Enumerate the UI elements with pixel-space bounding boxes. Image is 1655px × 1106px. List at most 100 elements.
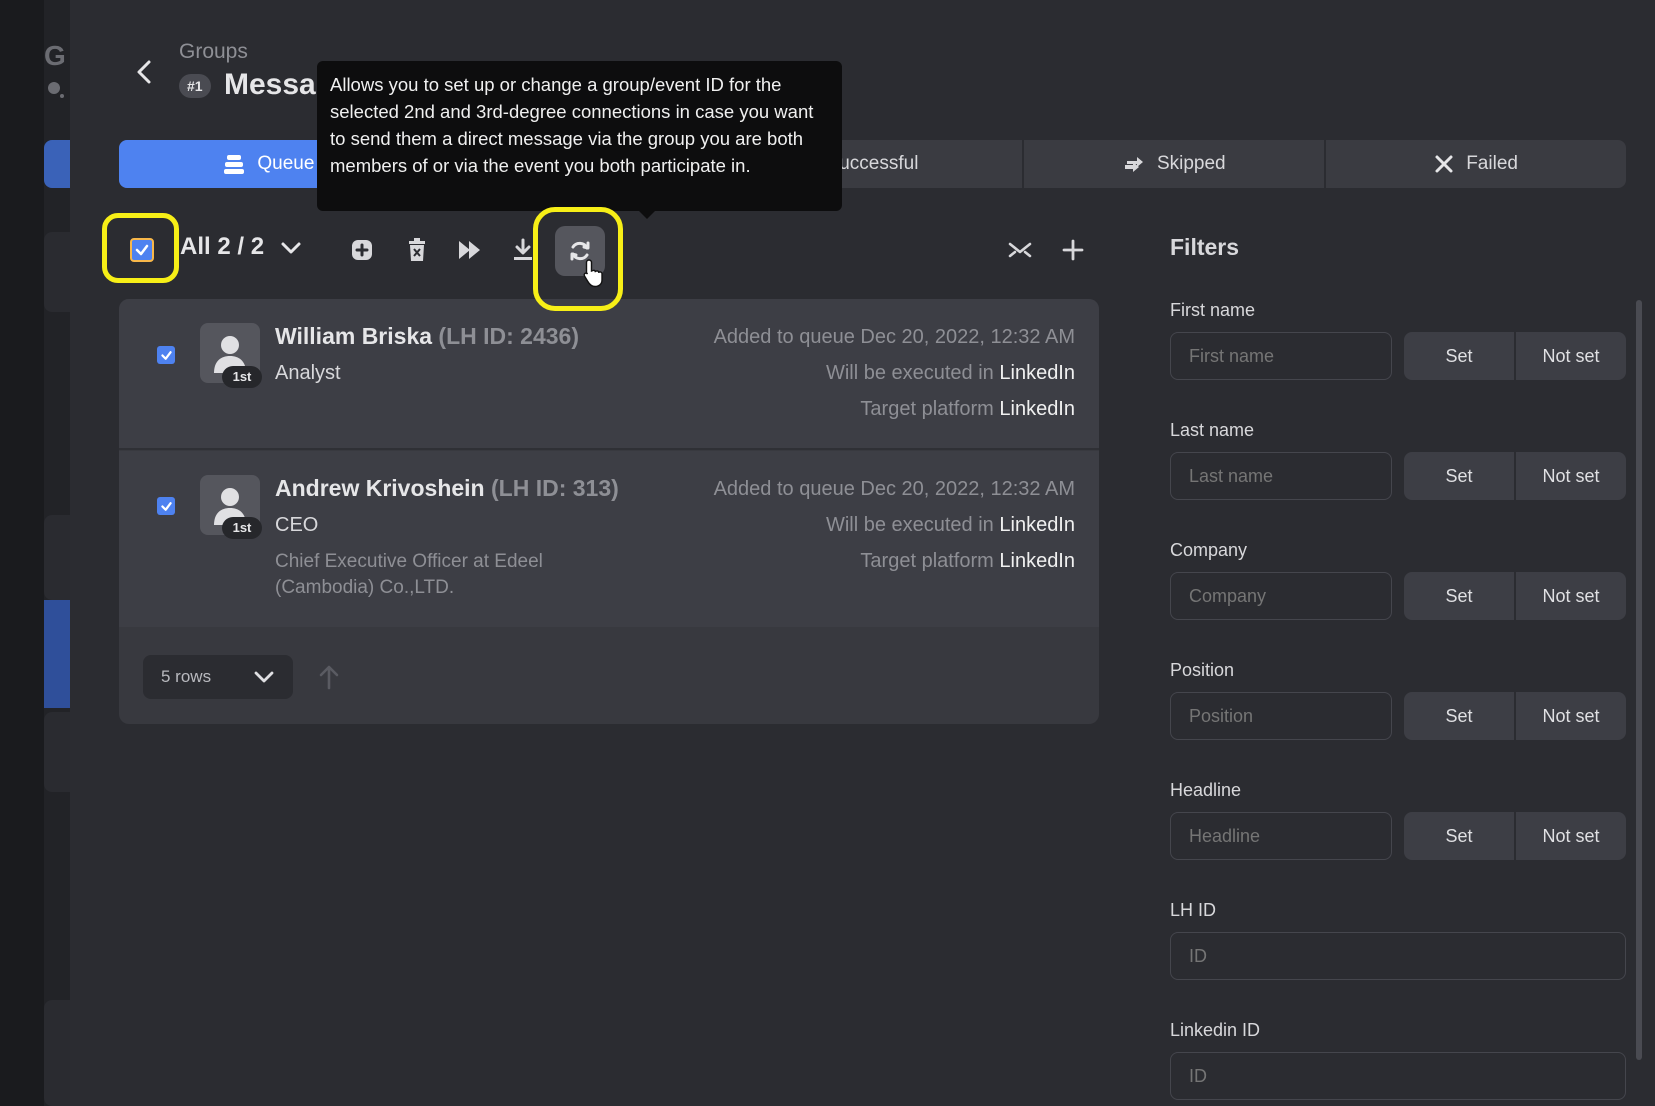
highlight-frame bbox=[533, 207, 623, 311]
chevron-down-icon bbox=[281, 242, 301, 254]
rows-per-page-select[interactable]: 5 rows bbox=[143, 655, 293, 699]
table-row[interactable]: 1st Andrew Krivoshein (LH ID: 313) CEO C… bbox=[119, 451, 1099, 627]
filter-label: Linkedin ID bbox=[1170, 1020, 1261, 1040]
not-set-button[interactable]: Not set bbox=[1514, 812, 1626, 860]
skip-icon bbox=[1124, 157, 1143, 172]
filter-label: Headline bbox=[1170, 780, 1242, 800]
contact-role: Analyst bbox=[275, 362, 341, 384]
not-set-button[interactable]: Not set bbox=[1514, 452, 1626, 500]
sidebar-logo-letter: G bbox=[44, 40, 66, 71]
set-button[interactable]: Set bbox=[1404, 572, 1514, 620]
meta-label: Target platform bbox=[860, 398, 994, 420]
sidebar-settings-icon[interactable] bbox=[46, 80, 68, 100]
not-set-button[interactable]: Not set bbox=[1514, 332, 1626, 380]
sidebar-item-selected[interactable] bbox=[44, 600, 70, 708]
filter-label: Last name bbox=[1170, 420, 1255, 440]
meta-value: LinkedIn bbox=[999, 514, 1075, 536]
company-input[interactable] bbox=[1170, 572, 1392, 620]
arrow-up-icon bbox=[319, 665, 339, 690]
filters-scrollbar[interactable] bbox=[1636, 300, 1642, 1060]
meta-value: LinkedIn bbox=[999, 398, 1075, 420]
add-to-queue-button[interactable] bbox=[348, 236, 376, 264]
row-checkbox[interactable] bbox=[157, 346, 175, 364]
position-toggle: Set Not set bbox=[1404, 692, 1626, 740]
meta-value: Dec 20, 2022, 12:32 AM bbox=[860, 478, 1075, 500]
set-button[interactable]: Set bbox=[1404, 452, 1514, 500]
sidebar-item-active[interactable] bbox=[44, 140, 70, 188]
linkedin-id-input[interactable] bbox=[1170, 1052, 1626, 1100]
add-icon bbox=[352, 240, 372, 260]
meta-label: Added to queue bbox=[713, 478, 855, 500]
sidebar-item[interactable] bbox=[44, 712, 70, 792]
tab-label: Queue bbox=[257, 153, 315, 174]
delete-button[interactable] bbox=[403, 236, 431, 264]
selection-dropdown[interactable] bbox=[280, 240, 302, 261]
x-icon bbox=[1435, 155, 1453, 173]
contact-headline: Chief Executive Officer at Edeel (Cambod… bbox=[275, 551, 543, 598]
lh-id: (LH ID: 2436) bbox=[438, 323, 580, 349]
tab-failed[interactable]: Failed bbox=[1324, 140, 1626, 188]
target-platform: Target platform LinkedIn bbox=[860, 550, 1075, 573]
meta-label: Will be executed in bbox=[825, 514, 994, 536]
filter-label: Position bbox=[1170, 660, 1235, 680]
added-to-queue: Added to queue Dec 20, 2022, 12:32 AM bbox=[714, 478, 1075, 501]
back-button[interactable] bbox=[132, 56, 156, 88]
hand-cursor-icon bbox=[582, 258, 606, 293]
set-button[interactable]: Set bbox=[1404, 692, 1514, 740]
headline-toggle: Set Not set bbox=[1404, 812, 1626, 860]
highlight-frame bbox=[102, 213, 179, 283]
check-icon bbox=[160, 501, 172, 511]
first-name-input[interactable] bbox=[1170, 332, 1392, 380]
collapse-icon bbox=[1008, 242, 1032, 258]
not-set-button[interactable]: Not set bbox=[1514, 572, 1626, 620]
chevron-left-icon bbox=[137, 60, 151, 84]
chevron-down-icon bbox=[254, 671, 274, 683]
lh-id: (LH ID: 313) bbox=[491, 475, 619, 501]
execution-platform: Will be executed in LinkedIn bbox=[826, 362, 1075, 385]
degree-badge: 1st bbox=[222, 517, 262, 539]
set-button[interactable]: Set bbox=[1404, 812, 1514, 860]
selection-count[interactable]: All 2 / 2 bbox=[180, 233, 264, 261]
row-checkbox[interactable] bbox=[157, 497, 175, 515]
tooltip-text: Allows you to set up or change a group/e… bbox=[330, 74, 814, 176]
headline-input[interactable] bbox=[1170, 812, 1392, 860]
contact-name[interactable]: Andrew Krivoshein (LH ID: 313) bbox=[275, 475, 619, 502]
execution-platform: Will be executed in LinkedIn bbox=[826, 514, 1075, 537]
meta-value: Dec 20, 2022, 12:32 AM bbox=[860, 326, 1075, 348]
company-toggle: Set Not set bbox=[1404, 572, 1626, 620]
collapse-button[interactable] bbox=[1006, 236, 1034, 264]
meta-label: Target platform bbox=[860, 550, 994, 572]
stack-icon bbox=[224, 155, 245, 174]
tab-label: Failed bbox=[1466, 153, 1518, 174]
last-name-input[interactable] bbox=[1170, 452, 1392, 500]
trash-icon bbox=[409, 238, 425, 261]
tooltip-arrow bbox=[639, 211, 655, 219]
sidebar-item[interactable] bbox=[44, 232, 70, 312]
table-row[interactable]: 1st William Briska (LH ID: 2436) Analyst… bbox=[119, 299, 1099, 450]
lh-id-input[interactable] bbox=[1170, 932, 1626, 980]
contact-name-text: Andrew Krivoshein bbox=[275, 475, 485, 501]
skip-selected-button[interactable] bbox=[456, 236, 484, 264]
contact-name[interactable]: William Briska (LH ID: 2436) bbox=[275, 323, 579, 350]
first-name-toggle: Set Not set bbox=[1404, 332, 1626, 380]
set-button[interactable]: Set bbox=[1404, 332, 1514, 380]
sidebar-item[interactable] bbox=[44, 1000, 70, 1106]
sidebar-item[interactable] bbox=[44, 515, 70, 600]
position-input[interactable] bbox=[1170, 692, 1392, 740]
add-button[interactable] bbox=[1059, 236, 1087, 264]
meta-label: Added to queue bbox=[713, 326, 855, 348]
breadcrumb[interactable]: Groups bbox=[179, 40, 248, 64]
check-icon bbox=[160, 350, 172, 360]
filter-label: First name bbox=[1170, 300, 1256, 320]
degree-badge: 1st bbox=[222, 366, 262, 388]
added-to-queue: Added to queue Dec 20, 2022, 12:32 AM bbox=[714, 326, 1075, 349]
target-platform: Target platform LinkedIn bbox=[860, 398, 1075, 421]
tab-skipped[interactable]: Skipped bbox=[1022, 140, 1324, 188]
scroll-top-button[interactable] bbox=[318, 664, 340, 695]
contact-role: CEO bbox=[275, 514, 319, 536]
rows-per-page-value: 5 rows bbox=[161, 667, 212, 686]
not-set-button[interactable]: Not set bbox=[1514, 692, 1626, 740]
filters-title: Filters bbox=[1170, 234, 1240, 260]
plus-icon bbox=[1062, 239, 1084, 261]
sync-tooltip: Allows you to set up or change a group/e… bbox=[317, 61, 842, 219]
